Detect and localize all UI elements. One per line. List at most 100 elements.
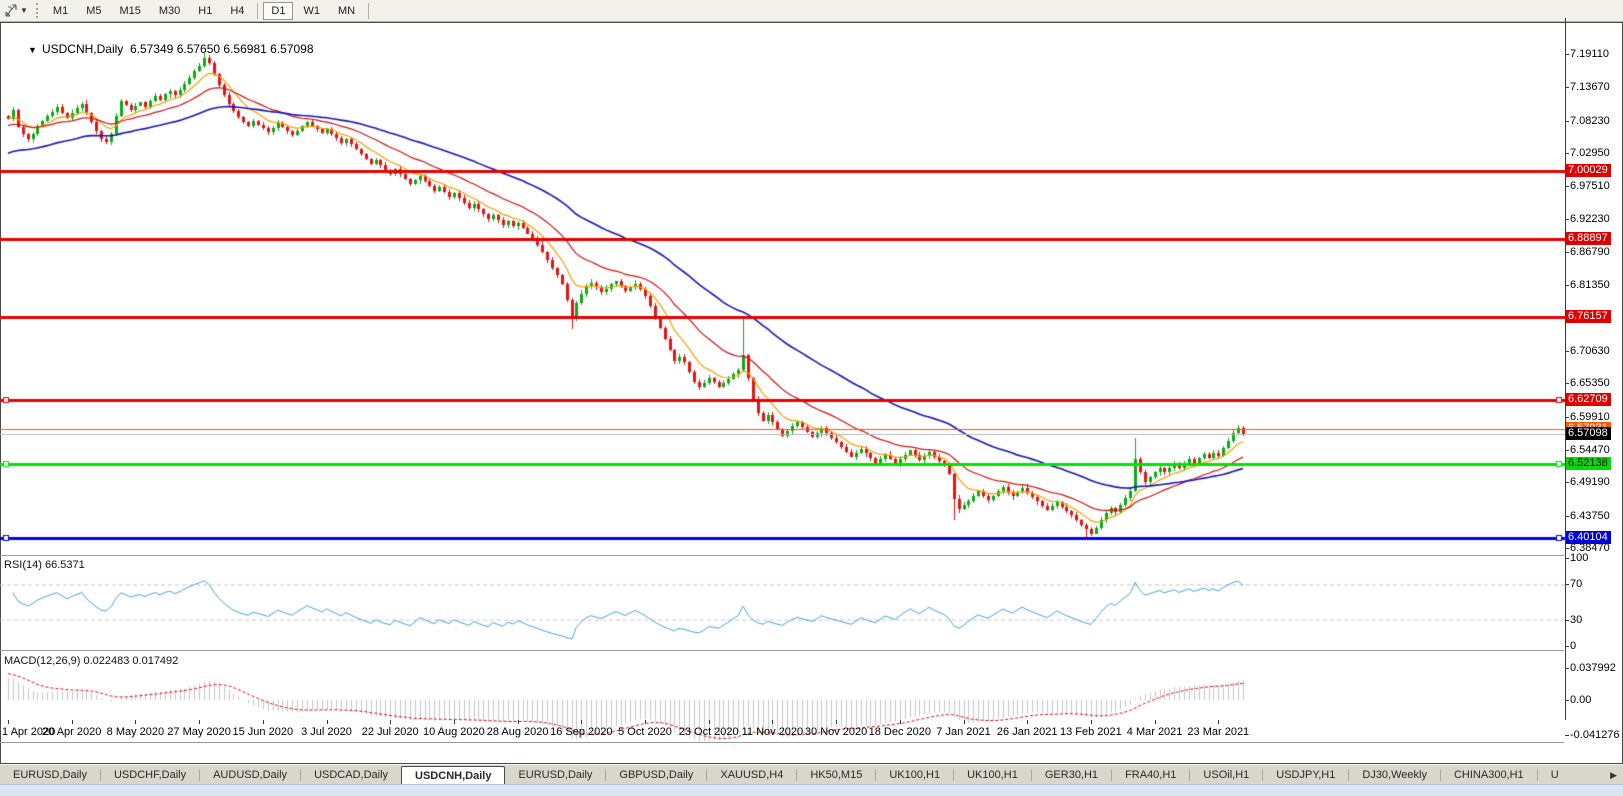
chart-tab-UK100-H1[interactable]: UK100,H1 (876, 765, 953, 785)
date-tick-mark (645, 720, 646, 724)
toolbar-separator (257, 3, 258, 19)
date-tick: 15 Jun 2020 (233, 726, 294, 738)
timeframe-button-M30[interactable]: M30 (151, 2, 188, 20)
rsi-tick: 100 (1570, 552, 1588, 564)
date-tick-mark (964, 720, 965, 724)
macd-tick: 0.00 (1570, 694, 1591, 706)
chart-tab-USDCHF-Daily[interactable]: USDCHF,Daily (101, 765, 199, 785)
price-line-label: 6.40104 (1566, 531, 1611, 544)
chart-tab-HK50-M15[interactable]: HK50,M15 (797, 765, 875, 785)
date-tick: 22 Jul 2020 (362, 726, 419, 738)
date-tick: 26 Jan 2021 (997, 726, 1058, 738)
timeframe-bar: M1M5M15M30H1H4 D1W1MN (44, 2, 373, 20)
chart-tab-EURUSD-Daily[interactable]: EURUSD,Daily (505, 765, 605, 785)
rsi-tick: 30 (1570, 614, 1582, 626)
macd-tick: -0.041276 (1570, 729, 1620, 741)
price-line-label: 6.88897 (1566, 232, 1611, 245)
price-tick: 6.92230 (1570, 213, 1610, 225)
main-chart-canvas[interactable] (0, 41, 1565, 555)
toolbar: ▼ M1M5M15M30H1H4 D1W1MN (0, 0, 1623, 22)
timeframe-button-W1[interactable]: W1 (295, 2, 328, 20)
chart-shift-tool-icon[interactable] (3, 3, 19, 19)
date-tick-mark (709, 720, 710, 724)
timeframe-button-H1[interactable]: H1 (190, 2, 220, 20)
tab-scroll-right-arrow[interactable]: ▶ (1604, 765, 1623, 785)
date-tick: 4 Mar 2021 (1127, 726, 1183, 738)
pane-separator[interactable] (0, 650, 1564, 651)
date-tick: 23 Mar 2021 (1187, 726, 1249, 738)
price-axis-line (1565, 18, 1566, 720)
price-tick: 6.65350 (1570, 377, 1610, 389)
toolbar-grip[interactable] (36, 3, 38, 18)
mt4-window: ▼ M1M5M15M30H1H4 D1W1MN ▼ USDCNH,Daily 6.5… (0, 0, 1623, 796)
pane-separator (0, 742, 1564, 743)
chart-tab-U[interactable]: U (1538, 765, 1572, 785)
date-tick-mark (581, 720, 582, 724)
date-tick: 28 Aug 2020 (487, 726, 549, 738)
rsi-label: RSI(14) 66.5371 (4, 559, 85, 571)
date-tick-mark (1091, 720, 1092, 724)
timeframe-button-M5[interactable]: M5 (78, 2, 109, 20)
date-tick: 18 Dec 2020 (869, 726, 931, 738)
date-tick-mark (1155, 720, 1156, 724)
price-line-label: 6.62709 (1566, 393, 1611, 406)
chart-tab-GER30-H1[interactable]: GER30,H1 (1032, 765, 1111, 785)
status-strip (0, 784, 1623, 796)
date-tick-mark (263, 720, 264, 724)
chart-tab-GBPUSD-Daily[interactable]: GBPUSD,Daily (606, 765, 706, 785)
chart-tab-USDCAD-Daily[interactable]: USDCAD,Daily (301, 765, 401, 785)
price-line-label: 6.52138 (1566, 457, 1611, 470)
chart-tab-CHINA300-H1[interactable]: CHINA300,H1 (1441, 765, 1537, 785)
pane-separator[interactable] (0, 555, 1564, 556)
date-tick-mark (72, 720, 73, 724)
timeframe-button-M1[interactable]: M1 (45, 2, 76, 20)
date-tick: 5 Oct 2020 (618, 726, 672, 738)
date-tick-mark (454, 720, 455, 724)
date-tick: 23 Oct 2020 (679, 726, 739, 738)
date-tick-mark (836, 720, 837, 724)
toolbar-separator (368, 3, 369, 19)
date-tick-mark (327, 720, 328, 724)
macd-tick: 0.037992 (1570, 662, 1616, 674)
timeframe-button-MN[interactable]: MN (330, 2, 363, 20)
tool-dropdown-caret[interactable]: ▼ (20, 6, 28, 15)
timeframe-button-H4[interactable]: H4 (222, 2, 252, 20)
rsi-panel-canvas[interactable] (0, 556, 1565, 649)
chart-tab-FRA40-H1[interactable]: FRA40,H1 (1112, 765, 1189, 785)
rsi-tick: 0 (1570, 640, 1576, 652)
date-tick: 8 May 2020 (107, 726, 164, 738)
price-tick: 7.19110 (1570, 48, 1609, 60)
price-tick: 6.81350 (1570, 279, 1610, 291)
date-tick-mark (135, 720, 136, 724)
chart-tab-EURUSD-Daily[interactable]: EURUSD,Daily (0, 765, 100, 785)
date-tick: 7 Jan 2021 (936, 726, 990, 738)
rsi-tick: 70 (1570, 578, 1582, 590)
chart-tab-USDJPY-H1[interactable]: USDJPY,H1 (1263, 765, 1348, 785)
date-tick-mark (199, 720, 200, 724)
price-tick: 6.43750 (1570, 510, 1610, 522)
date-tick: 10 Aug 2020 (423, 726, 485, 738)
price-line-label: 6.76157 (1566, 310, 1611, 323)
chart-tab-XAUUSD-H4[interactable]: XAUUSD,H4 (707, 765, 796, 785)
chart-tab-UK100-H1[interactable]: UK100,H1 (954, 765, 1031, 785)
price-line-label: 6.57098 (1566, 427, 1611, 440)
price-tick: 7.08230 (1570, 115, 1610, 127)
date-tick: 27 May 2020 (167, 726, 231, 738)
date-tick-mark (1027, 720, 1028, 724)
date-tick-mark (518, 720, 519, 724)
date-tick-mark (772, 720, 773, 724)
timeframe-button-M15[interactable]: M15 (111, 2, 148, 20)
price-tick: 6.97510 (1570, 180, 1610, 192)
chart-tab-DJ30-Weekly[interactable]: DJ30,Weekly (1349, 765, 1440, 785)
chart-tab-bar: EURUSD,DailyUSDCHF,DailyAUDUSD,DailyUSDC… (0, 764, 1623, 785)
date-tick-mark (390, 720, 391, 724)
timeframe-button-D1[interactable]: D1 (263, 2, 293, 20)
date-tick: 13 Feb 2021 (1060, 726, 1122, 738)
chart-tab-USDCNH-Daily[interactable]: USDCNH,Daily (401, 766, 505, 785)
chart-tab-USOil-H1[interactable]: USOil,H1 (1190, 765, 1262, 785)
chart-tab-AUDUSD-Daily[interactable]: AUDUSD,Daily (200, 765, 300, 785)
price-tick: 7.13670 (1570, 81, 1610, 93)
price-tick: 6.54470 (1570, 444, 1610, 456)
date-tick-mark (900, 720, 901, 724)
date-tick: 30 Nov 2020 (805, 726, 867, 738)
